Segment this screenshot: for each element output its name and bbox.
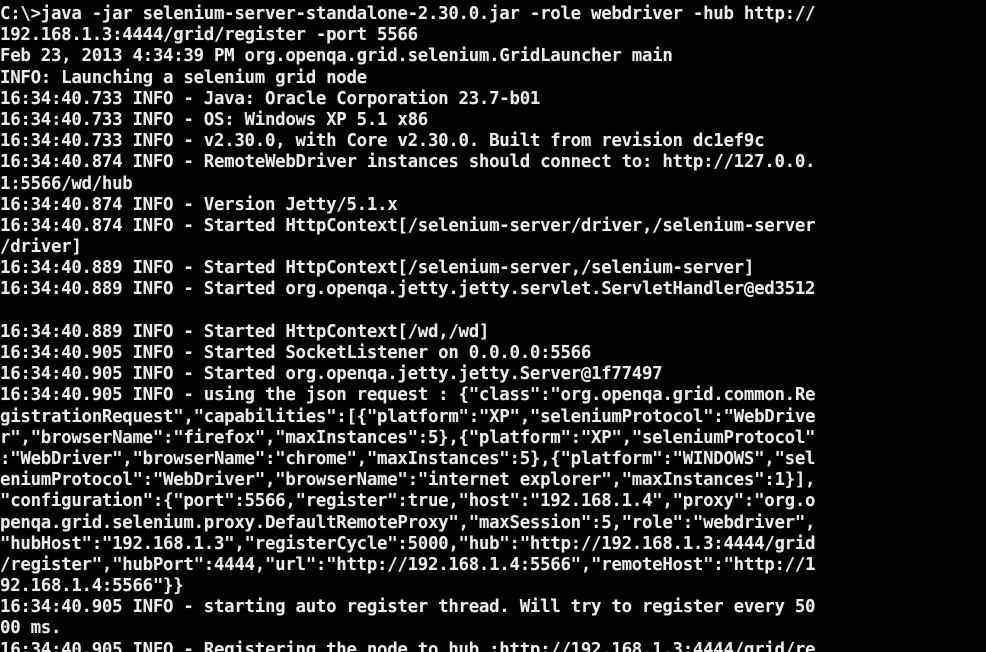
- terminal-line: /register","hubPort":4444,"url":"http://…: [0, 554, 816, 575]
- terminal-output: C:\>java -jar selenium-server-standalone…: [0, 4, 986, 652]
- terminal-line: 1:5566/wd/hub: [0, 173, 133, 194]
- terminal-line: 16:34:40.905 INFO - Started org.openqa.j…: [0, 364, 663, 385]
- terminal-line: 16:34:40.905 INFO - Registering the node…: [0, 639, 816, 652]
- terminal-line: /driver]: [0, 237, 82, 258]
- terminal-line: 92.168.1.4:5566"}}: [0, 576, 184, 597]
- terminal-line: "hubHost":"192.168.1.3","registerCycle":…: [0, 533, 816, 554]
- terminal-line: 16:34:40.733 INFO - Java: Oracle Corpora…: [0, 88, 541, 109]
- terminal-line: 16:34:40.905 INFO - Started SocketListen…: [0, 343, 592, 363]
- terminal-line: 16:34:40.733 INFO - v2.30.0, with Core v…: [0, 131, 765, 152]
- terminal-line: 16:34:40.874 INFO - Version Jetty/5.1.x: [0, 194, 398, 215]
- terminal-line: 16:34:40.874 INFO - RemoteWebDriver inst…: [0, 152, 816, 173]
- terminal-line: :"WebDriver","browserName":"chrome","max…: [0, 448, 816, 469]
- terminal-line: 16:34:40.905 INFO - starting auto regist…: [0, 597, 816, 618]
- terminal-line: r","browserName":"firefox","maxInstances…: [0, 427, 816, 448]
- terminal-line: gistrationRequest","capabilities":[{"pla…: [0, 406, 816, 427]
- terminal-line: eniumProtocol":"WebDriver","browserName"…: [0, 470, 816, 491]
- terminal-line: Feb 23, 2013 4:34:39 PM org.openqa.grid.…: [0, 46, 673, 67]
- terminal-line: "configuration":{"port":5566,"register":…: [0, 491, 816, 512]
- terminal-line: 16:34:40.889 INFO - Started HttpContext[…: [0, 258, 755, 279]
- terminal-line: 16:34:40.889 INFO - Started org.openqa.j…: [0, 279, 816, 300]
- terminal-line: C:\>java -jar selenium-server-standalone…: [0, 4, 816, 24]
- terminal-line: 16:34:40.905 INFO - using the json reque…: [0, 385, 816, 406]
- terminal-line: 16:34:40.889 INFO - Started HttpContext[…: [0, 321, 490, 342]
- terminal-line: 192.168.1.3:4444/grid/register -port 556…: [0, 25, 418, 46]
- terminal-window[interactable]: C:\>java -jar selenium-server-standalone…: [0, 0, 986, 652]
- terminal-line: penqa.grid.selenium.proxy.DefaultRemoteP…: [0, 512, 816, 533]
- terminal-line: INFO: Launching a selenium grid node: [0, 67, 367, 88]
- terminal-line: 16:34:40.733 INFO - OS: Windows XP 5.1 x…: [0, 109, 428, 130]
- terminal-line: 00 ms.: [0, 618, 62, 639]
- terminal-line: 16:34:40.874 INFO - Started HttpContext[…: [0, 215, 816, 236]
